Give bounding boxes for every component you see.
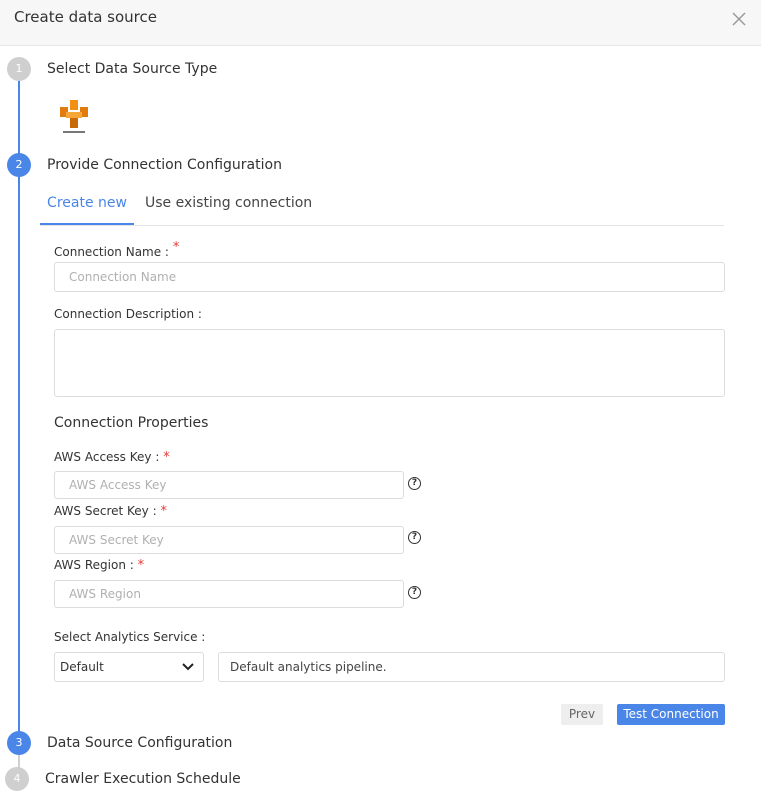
aws-logo-icon[interactable] <box>58 98 90 136</box>
tab-create-new[interactable]: Create new <box>40 186 134 225</box>
analytics-service-description-text: Default analytics pipeline. <box>230 660 387 674</box>
required-marker: * <box>160 504 167 519</box>
chevron-down-icon <box>182 663 194 671</box>
connection-tabs: Create new Use existing connection <box>40 186 724 226</box>
prev-button[interactable]: Prev <box>561 704 603 725</box>
step-4-label[interactable]: Crawler Execution Schedule <box>45 771 241 787</box>
connection-description-textarea[interactable] <box>54 329 725 397</box>
analytics-service-select[interactable]: Default <box>54 652 204 682</box>
step-4-number: 4 <box>5 767 29 791</box>
aws-region-input[interactable] <box>54 580 404 608</box>
question-circle-icon[interactable]: ? <box>408 531 421 544</box>
connection-properties-title: Connection Properties <box>54 415 209 431</box>
connection-name-input[interactable] <box>54 262 725 292</box>
step-2-label[interactable]: Provide Connection Configuration <box>47 157 282 173</box>
step-3-number: 3 <box>7 731 31 755</box>
connection-name-label-text: Connection Name : <box>54 245 169 259</box>
aws-secret-key-input[interactable] <box>54 526 404 554</box>
test-connection-button[interactable]: Test Connection <box>617 704 725 725</box>
aws-secret-key-label-text: AWS Secret Key : <box>54 504 157 518</box>
aws-region-label: AWS Region : * <box>54 558 144 573</box>
aws-access-key-label-text: AWS Access Key : <box>54 450 160 464</box>
tab-use-existing-connection[interactable]: Use existing connection <box>145 186 312 225</box>
step-1-number: 1 <box>7 57 31 81</box>
close-icon[interactable] <box>729 9 749 29</box>
aws-access-key-input[interactable] <box>54 471 404 499</box>
question-circle-icon[interactable]: ? <box>408 477 421 490</box>
dialog-title: Create data source <box>14 8 157 26</box>
connection-name-label: Connection Name : * <box>54 240 179 259</box>
step-1-label[interactable]: Select Data Source Type <box>47 61 217 77</box>
aws-secret-key-label: AWS Secret Key : * <box>54 504 167 519</box>
required-marker: * <box>172 240 180 255</box>
analytics-service-description: Default analytics pipeline. <box>218 652 725 682</box>
step-2-number: 2 <box>7 153 31 177</box>
dialog-header: Create data source <box>0 0 761 46</box>
question-circle-icon[interactable]: ? <box>408 586 421 599</box>
analytics-service-selected: Default <box>60 660 104 674</box>
required-marker: * <box>137 558 145 573</box>
aws-access-key-label: AWS Access Key : * <box>54 450 170 465</box>
aws-region-label-text: AWS Region : <box>54 558 134 572</box>
connection-description-label: Connection Description : <box>54 307 202 321</box>
step-3-label[interactable]: Data Source Configuration <box>47 735 232 751</box>
step-rail-active <box>18 80 20 743</box>
analytics-service-label: Select Analytics Service : <box>54 630 206 644</box>
required-marker: * <box>163 450 170 465</box>
